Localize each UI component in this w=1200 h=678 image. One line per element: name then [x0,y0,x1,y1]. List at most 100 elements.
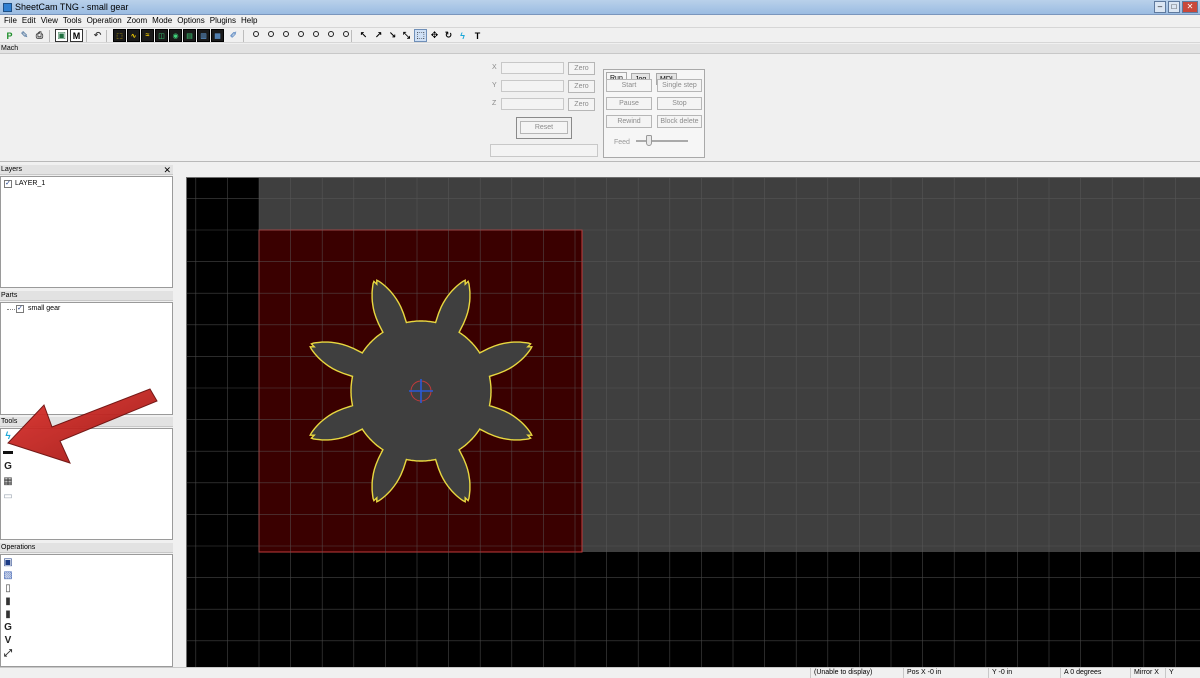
view-4-icon[interactable]: ◫ [155,29,168,42]
reset-button[interactable]: Reset [520,121,568,134]
main-toolbar: P ✎ ⎙ ▣ M ↶ ⬚ ∿ ≈ ◫ ◉ ▤ ▥ ▦ ✐ ↖ ↗ ↘ ⤡ ⬚ ✥ ↻ ϟ T [0,27,1200,43]
toolbar-separator [106,30,107,42]
view-8-icon[interactable]: ▦ [211,29,224,42]
canvas-drawing[interactable] [187,178,1200,667]
x-axis-label: X [492,64,497,71]
stop-button[interactable]: Stop [657,97,702,110]
toolbar-separator [86,30,87,42]
title-bar: SheetCam TNG - small gear – □ ✕ [0,0,1200,15]
print-icon[interactable]: ⎙ [33,29,46,42]
pen-icon[interactable]: ✐ [227,29,240,42]
point-6-icon[interactable] [324,29,337,42]
point-5-icon[interactable] [309,29,322,42]
box-select-icon[interactable]: ⬚ [414,29,427,42]
select-icon[interactable]: ↖ [357,29,370,42]
edit-icon[interactable]: ✎ [18,29,31,42]
op-mode-icon[interactable]: ▧ [3,571,13,581]
draw-line-icon[interactable]: ↘ [386,29,399,42]
menu-zoom[interactable]: Zoom [126,15,151,27]
z-axis-label: Z [492,100,497,107]
menu-bar: File Edit View Tools Operation Zoom Mode Option… [0,15,1200,27]
block-delete-button[interactable]: Block delete [657,115,702,128]
layers-header: Layers ✕ [0,165,173,175]
menu-tools[interactable]: Tools [62,15,86,27]
tools-panel: ϟ ▬ G ▦ ▭ [0,428,173,540]
vcarve-icon[interactable]: V [3,636,13,646]
layers-panel: ✓ LAYER_1 [0,176,173,288]
mill-icon[interactable]: ▮ [3,610,13,620]
drag-knife-icon[interactable]: ▬ [3,447,13,457]
view-6-icon[interactable]: ▤ [183,29,196,42]
tool-change-icon[interactable]: ▯ [3,584,13,594]
move-icon[interactable]: ✥ [428,29,441,42]
inactive-tool-icon[interactable]: ▭ [3,492,13,502]
operations-panel: ▣ ▧ ▯ ▮ ▮ G V ⤢ [0,554,173,667]
layers-title: Layers [1,166,23,173]
feed-slider-thumb[interactable] [646,135,652,146]
feed-slider-track[interactable] [636,140,688,142]
macro-icon[interactable]: M [70,29,83,42]
plasma-tool-icon[interactable]: ϟ [456,29,469,42]
z-axis-field [501,98,564,110]
point-3-icon[interactable] [279,29,292,42]
menu-mode[interactable]: Mode [151,15,176,27]
window-title: SheetCam TNG - small gear [15,2,129,12]
menu-help[interactable]: Help [240,15,261,27]
text-tool-icon[interactable]: T [471,29,484,42]
part-checkbox[interactable]: ✓ [16,305,24,313]
minimize-icon[interactable]: – [1154,1,1166,13]
tools-header: Tools [0,417,173,427]
close-icon[interactable]: ✕ [1182,1,1198,13]
drawing-canvas[interactable] [186,177,1200,667]
view-7-icon[interactable]: ▥ [197,29,210,42]
zero-y-button[interactable]: Zero [568,80,595,93]
point-1-icon[interactable] [249,29,262,42]
view-2-icon[interactable]: ∿ [127,29,140,42]
pause-button[interactable]: Pause [606,97,652,110]
operations-header: Operations [0,543,173,553]
menu-plugins[interactable]: Plugins [209,15,240,27]
maximize-icon[interactable]: □ [1168,1,1180,13]
toolbar-separator [49,30,50,42]
view-5-icon[interactable]: ◉ [169,29,182,42]
point-4-icon[interactable] [294,29,307,42]
node-edit-icon[interactable]: ⤡ [400,29,413,42]
single-step-button[interactable]: Single step [657,79,702,92]
line-op-icon[interactable]: ⤢ [3,649,13,659]
toolbar-separator [243,30,244,42]
zero-z-button[interactable]: Zero [568,98,595,111]
undo-icon[interactable]: ↶ [91,29,104,42]
rotate-icon[interactable]: ↻ [442,29,455,42]
menu-operation[interactable]: Operation [86,15,126,27]
drill-icon[interactable]: ▮ [3,597,13,607]
feed-label: Feed [614,139,630,146]
view-1-icon[interactable]: ⬚ [113,29,126,42]
new-part-icon[interactable]: P [3,29,16,42]
layer-checkbox[interactable]: ✓ [4,180,12,188]
close-icon[interactable]: ✕ [163,165,171,175]
post-process-icon[interactable]: ▣ [3,558,13,568]
mach-panel-header: Mach [0,44,1200,54]
grid-tool-icon[interactable]: ▦ [3,477,13,487]
menu-options[interactable]: Options [176,15,209,27]
select-start-icon[interactable]: ↗ [372,29,385,42]
layer-label[interactable]: LAYER_1 [15,180,45,187]
toolbar-separator [351,30,352,42]
gcode-tool-icon[interactable]: G [3,462,13,472]
x-axis-field [501,62,564,74]
mach-status-field [490,144,598,157]
tree-connector [7,309,15,310]
point-2-icon[interactable] [264,29,277,42]
plasma-tool-icon[interactable]: ϟ [3,432,13,442]
gcode-op-icon[interactable]: G [3,623,13,633]
menu-view[interactable]: View [40,15,62,27]
menu-edit[interactable]: Edit [21,15,40,27]
machine-icon[interactable]: ▣ [55,29,68,42]
zero-x-button[interactable]: Zero [568,62,595,75]
start-button[interactable]: Start [606,79,652,92]
part-label[interactable]: small gear [28,305,60,312]
window-controls: – □ ✕ [1154,1,1198,13]
menu-file[interactable]: File [3,15,21,27]
view-3-icon[interactable]: ≈ [141,29,154,42]
rewind-button[interactable]: Rewind [606,115,652,128]
